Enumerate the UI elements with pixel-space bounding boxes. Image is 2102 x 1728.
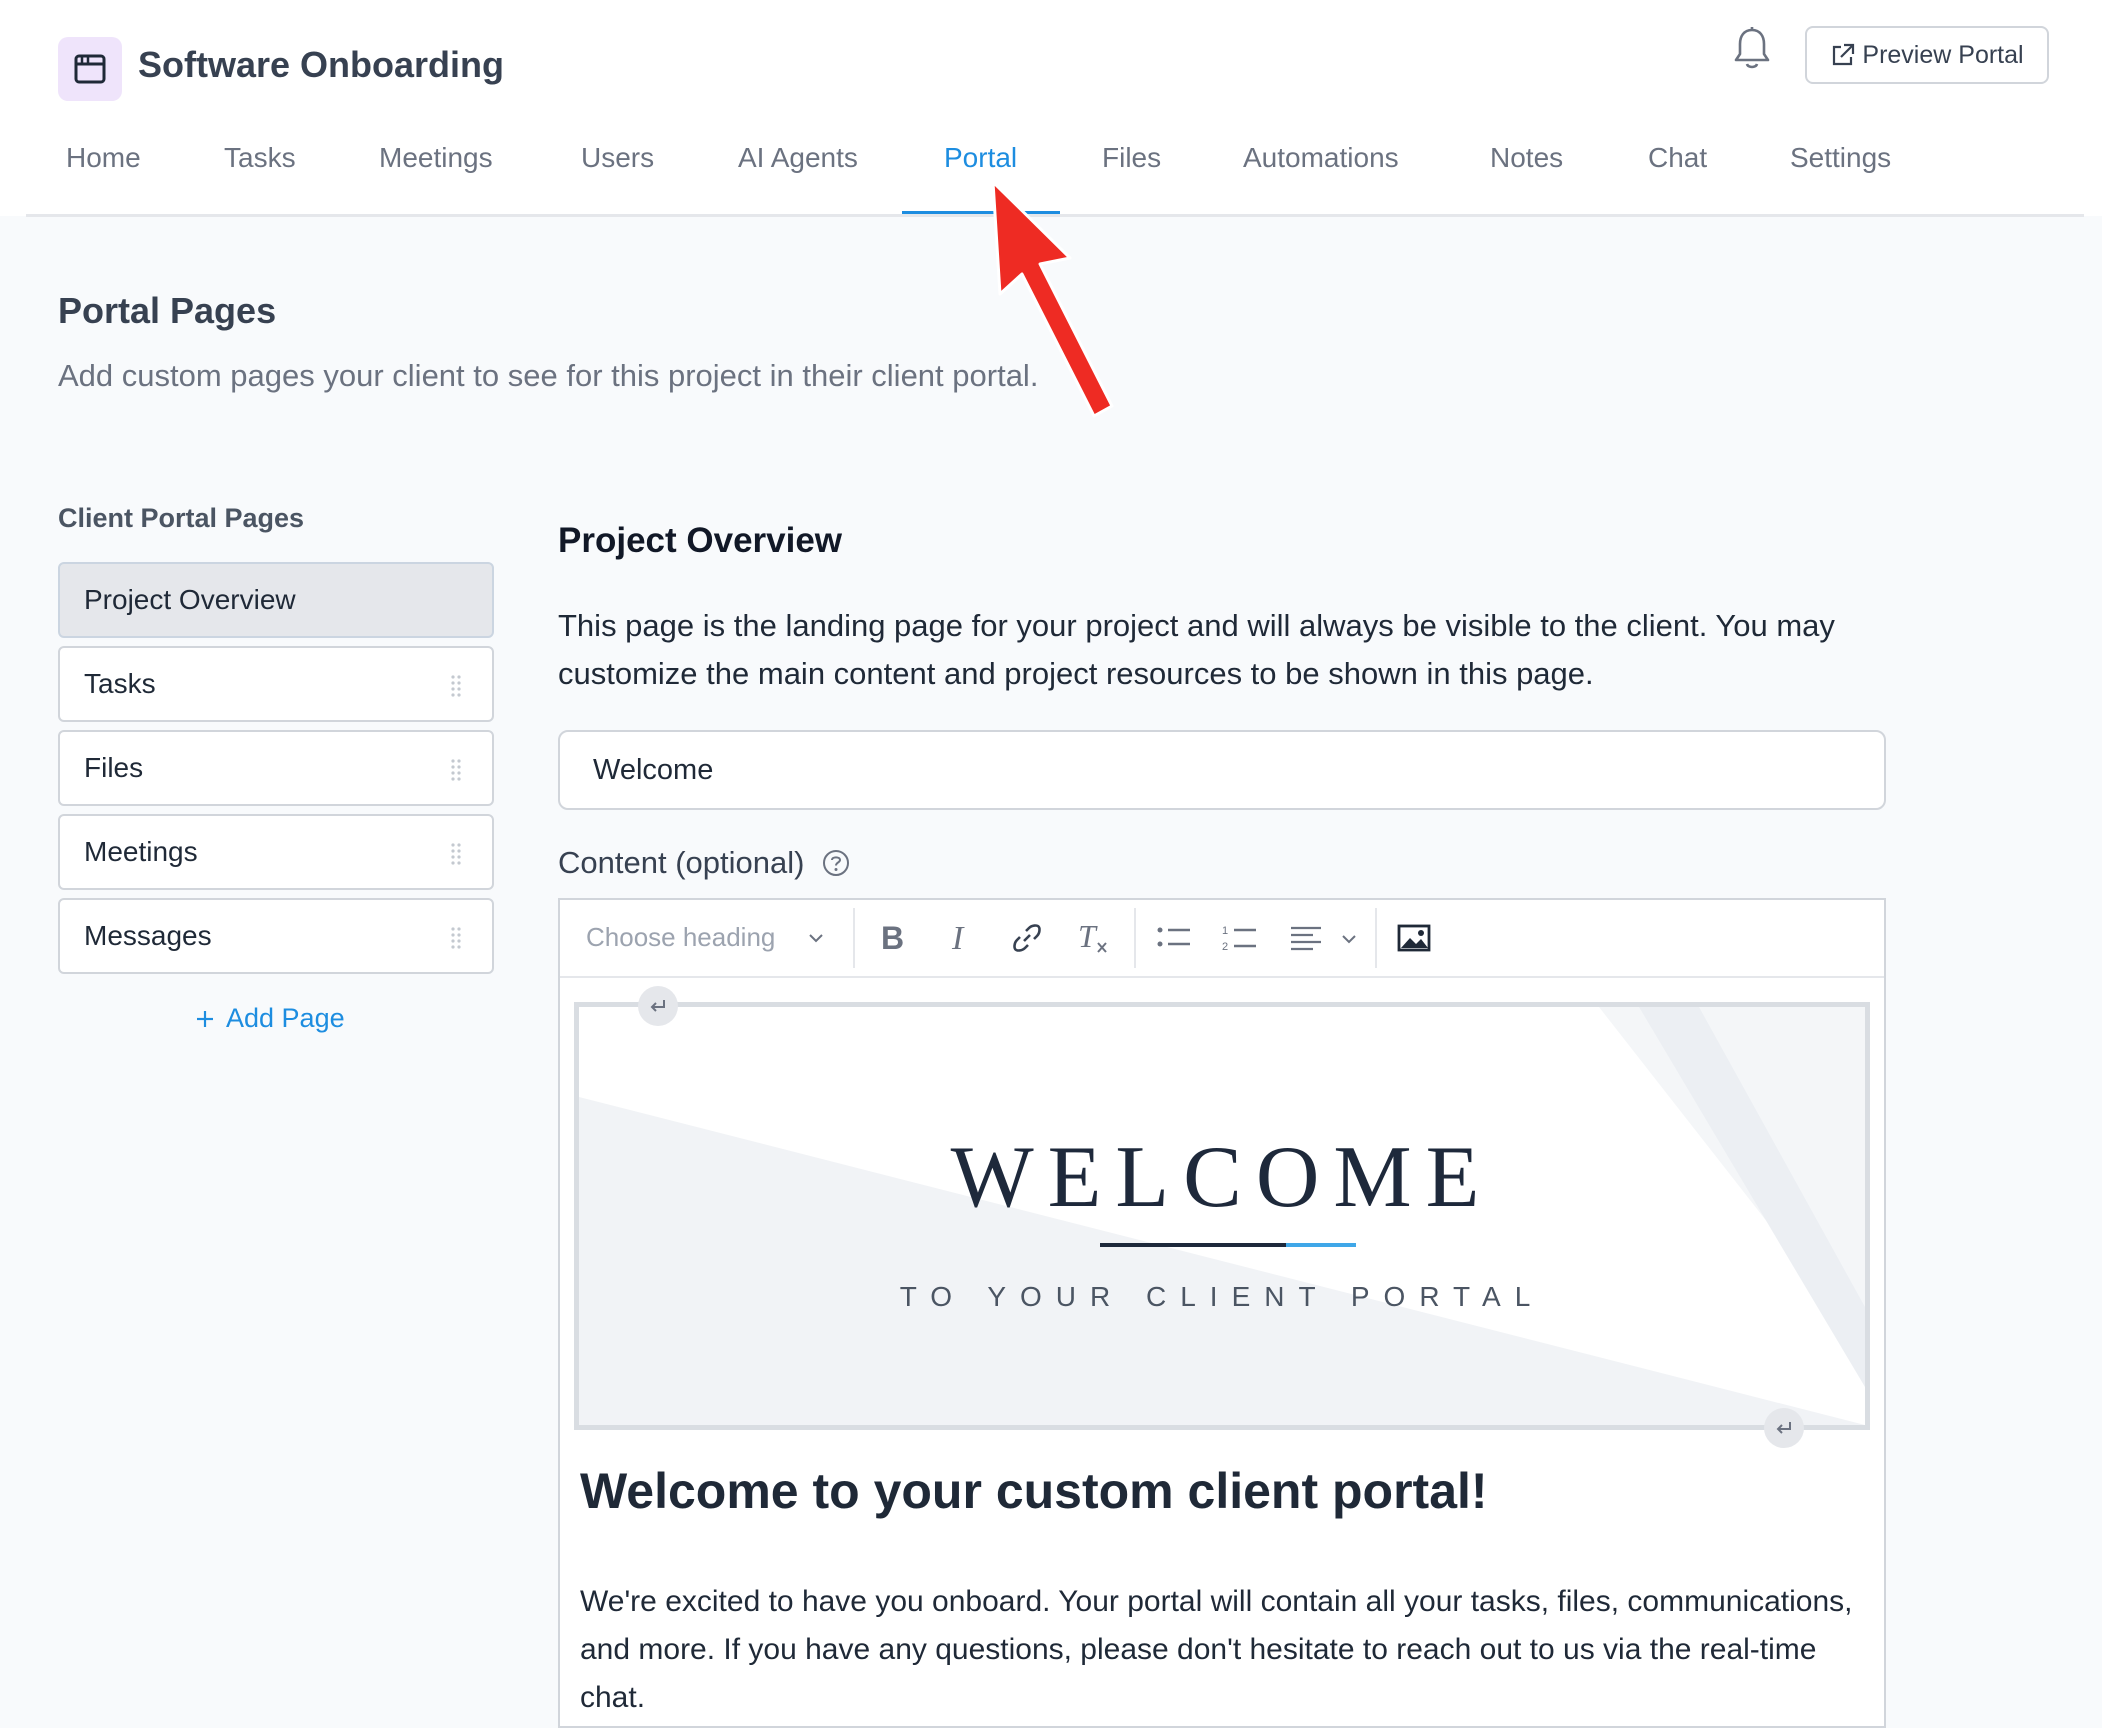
insert-paragraph-after-button[interactable] (1764, 1408, 1804, 1448)
align-icon (1291, 926, 1321, 951)
drag-handle-icon[interactable] (450, 926, 462, 950)
bold-button[interactable]: B (872, 918, 912, 958)
portal-page-label: Files (84, 752, 144, 783)
editor-toolbar: Choose heading B I T 1 2 (560, 900, 1884, 978)
toolbar-separator (853, 908, 855, 968)
portal-page-label: Messages (84, 920, 212, 951)
bulleted-list-button[interactable] (1154, 918, 1194, 958)
plus-icon (197, 1010, 213, 1027)
bold-icon: B (881, 923, 904, 953)
clear-format-button[interactable]: T (1074, 918, 1114, 958)
tab-chat[interactable]: Chat (1648, 142, 1707, 174)
portal-page-item-messages[interactable]: Messages (58, 898, 494, 974)
return-arrow-icon (650, 1000, 665, 1012)
insert-paragraph-before-button[interactable] (638, 986, 678, 1026)
content-label-text: Content (optional) (558, 845, 805, 880)
portal-page-item-project-overview[interactable]: Project Overview (58, 562, 494, 638)
browser-window-icon (74, 54, 106, 84)
portal-page-item-meetings[interactable]: Meetings (58, 814, 494, 890)
content-label: Content (optional) (558, 845, 850, 881)
portal-page-label: Meetings (84, 836, 198, 867)
chevron-down-icon[interactable] (1340, 930, 1358, 948)
page-subtitle: Add custom pages your client to see for … (58, 358, 1039, 393)
toolbar-separator (1375, 908, 1377, 968)
align-button[interactable] (1286, 918, 1326, 958)
external-link-icon (1833, 43, 1855, 66)
svg-text:T: T (1078, 921, 1098, 954)
bulleted-list-icon (1157, 927, 1190, 947)
sidebar-heading: Client Portal Pages (58, 503, 305, 533)
welcome-banner-image[interactable]: WELCOME TO YOUR CLIENT PORTAL (574, 1002, 1870, 1430)
insert-image-button[interactable] (1394, 918, 1434, 958)
content-heading: Welcome to your custom client portal! (580, 1463, 1488, 1519)
tab-home[interactable]: Home (66, 142, 141, 174)
svg-text:B: B (881, 923, 904, 953)
svg-text:1: 1 (1222, 925, 1228, 937)
content-body: We're excited to have you onboard. Your … (580, 1585, 1853, 1714)
add-page-button[interactable]: Add Page (196, 1003, 345, 1034)
tab-meetings[interactable]: Meetings (379, 142, 493, 174)
heading-select[interactable]: Choose heading (586, 922, 775, 953)
portal-page-item-tasks[interactable]: Tasks (58, 646, 494, 722)
banner-title: WELCOME (950, 1129, 1494, 1226)
link-button[interactable] (1007, 918, 1047, 958)
svg-text:I: I (951, 923, 965, 953)
clear-format-icon: T (1078, 921, 1107, 954)
link-icon (1013, 924, 1041, 952)
page-title-input[interactable] (558, 730, 1886, 810)
banner-divider-accent (1286, 1243, 1356, 1247)
portal-page-label: Tasks (84, 668, 156, 699)
preview-portal-button[interactable]: Preview Portal (1805, 26, 2049, 84)
svg-text:2: 2 (1222, 941, 1228, 953)
help-circle-icon[interactable] (822, 849, 850, 877)
drag-handle-icon[interactable] (450, 758, 462, 782)
add-page-label: Add Page (226, 1003, 345, 1033)
image-icon (1397, 924, 1431, 952)
notifications-button[interactable] (1732, 26, 1772, 72)
section-title: Project Overview (558, 521, 843, 560)
app-icon (58, 37, 122, 101)
tab-tasks[interactable]: Tasks (224, 142, 296, 174)
italic-icon: I (951, 923, 965, 953)
tab-ai-agents[interactable]: AI Agents (738, 142, 858, 174)
rich-text-editor[interactable]: Choose heading B I T 1 2 WELCOME TO YOUR… (558, 898, 1886, 1728)
numbered-list-icon: 1 2 (1222, 925, 1256, 953)
chevron-down-icon[interactable] (806, 928, 826, 948)
tab-users[interactable]: Users (581, 142, 654, 174)
page-title: Portal Pages (58, 290, 277, 331)
app-title: Software Onboarding (138, 44, 505, 85)
italic-button[interactable]: I (940, 918, 980, 958)
tab-automations[interactable]: Automations (1243, 142, 1399, 174)
tab-notes[interactable]: Notes (1490, 142, 1563, 174)
drag-handle-icon[interactable] (450, 842, 462, 866)
numbered-list-button[interactable]: 1 2 (1220, 918, 1260, 958)
portal-page-label: Project Overview (84, 584, 296, 615)
banner-divider (1100, 1243, 1286, 1247)
preview-portal-label: Preview Portal (1862, 40, 2024, 69)
annotation-arrow (991, 180, 1114, 418)
portal-page-item-files[interactable]: Files (58, 730, 494, 806)
drag-handle-icon[interactable] (450, 674, 462, 698)
toolbar-separator (1134, 908, 1136, 968)
bell-icon (1734, 27, 1770, 69)
banner-subtitle: TO YOUR CLIENT PORTAL (899, 1281, 1545, 1312)
tab-settings[interactable]: Settings (1790, 142, 1891, 174)
section-description: This page is the landing page for your p… (558, 608, 1835, 691)
return-arrow-icon (1776, 1422, 1791, 1434)
